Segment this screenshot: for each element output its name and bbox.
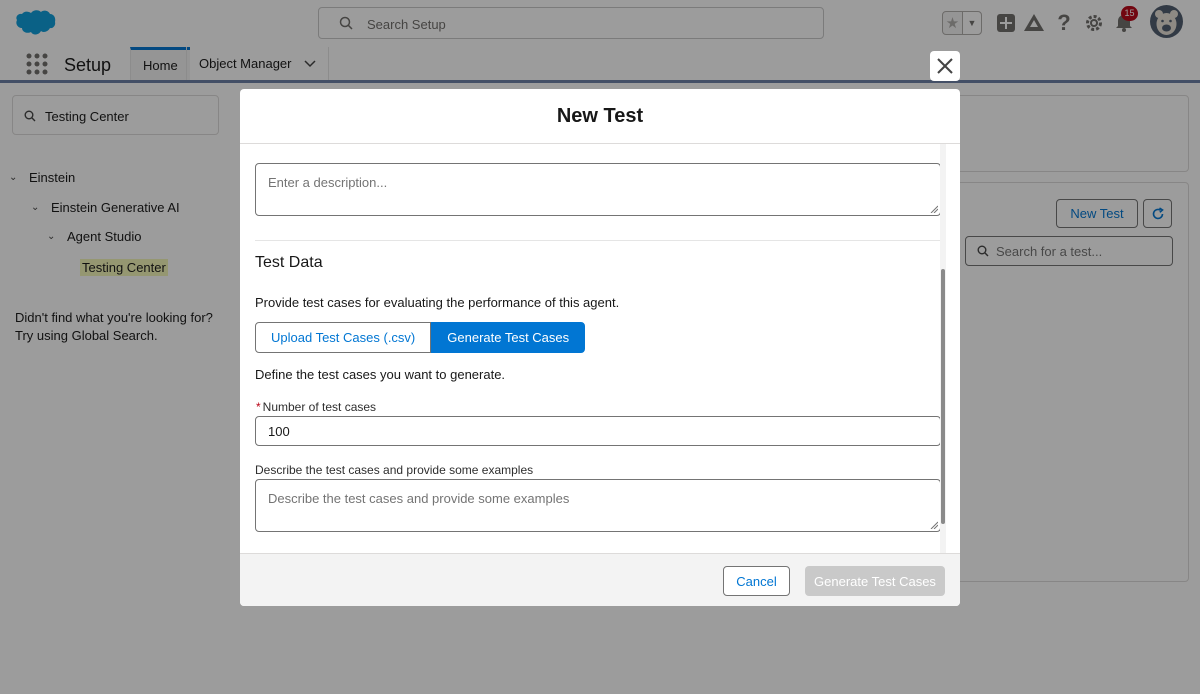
describe-test-cases-textarea[interactable]: Describe the test cases and provide some…	[255, 479, 941, 532]
upload-test-cases-button[interactable]: Upload Test Cases (.csv)	[255, 322, 432, 353]
generate-test-cases-toggle[interactable]: Generate Test Cases	[431, 322, 586, 353]
number-label-text: Number of test cases	[262, 400, 377, 414]
number-of-test-cases-label: * Number of test cases	[256, 400, 376, 414]
cancel-button-label: Cancel	[736, 573, 777, 589]
section-title-test-data: Test Data	[255, 254, 323, 271]
describe-test-cases-placeholder: Describe the test cases and provide some…	[268, 491, 570, 506]
required-asterisk: *	[256, 400, 261, 414]
number-of-test-cases-value: 100	[268, 424, 290, 439]
close-icon	[937, 58, 953, 74]
generate-test-cases-toggle-label: Generate Test Cases	[447, 330, 570, 345]
new-test-modal: New Test Enter a description... Test Dat…	[240, 89, 960, 606]
cancel-button[interactable]: Cancel	[723, 566, 790, 596]
resize-handle-icon[interactable]	[930, 205, 938, 213]
modal-title: New Test	[556, 104, 644, 127]
generate-test-cases-button[interactable]: Generate Test Cases	[805, 566, 945, 596]
modal-footer: Cancel Generate Test Cases	[240, 553, 960, 606]
description-textarea[interactable]: Enter a description...	[255, 163, 941, 216]
number-of-test-cases-input[interactable]: 100	[255, 416, 941, 446]
modal-body: Enter a description... Test Data Provide…	[240, 144, 960, 553]
define-text: Define the test cases you want to genera…	[255, 367, 506, 382]
close-button[interactable]	[930, 51, 960, 81]
resize-handle-icon[interactable]	[930, 521, 938, 529]
generate-test-cases-button-label: Generate Test Cases	[814, 573, 936, 589]
test-data-intro: Provide test cases for evaluating the pe…	[255, 295, 620, 310]
test-case-source-group: Upload Test Cases (.csv) Generate Test C…	[255, 322, 586, 353]
describe-test-cases-label: Describe the test cases and provide some…	[255, 463, 534, 477]
modal-header: New Test	[240, 89, 960, 144]
upload-test-cases-label: Upload Test Cases (.csv)	[271, 330, 416, 345]
modal-scrollbar-thumb[interactable]	[941, 269, 945, 524]
section-divider	[255, 240, 941, 241]
description-placeholder: Enter a description...	[268, 175, 388, 190]
